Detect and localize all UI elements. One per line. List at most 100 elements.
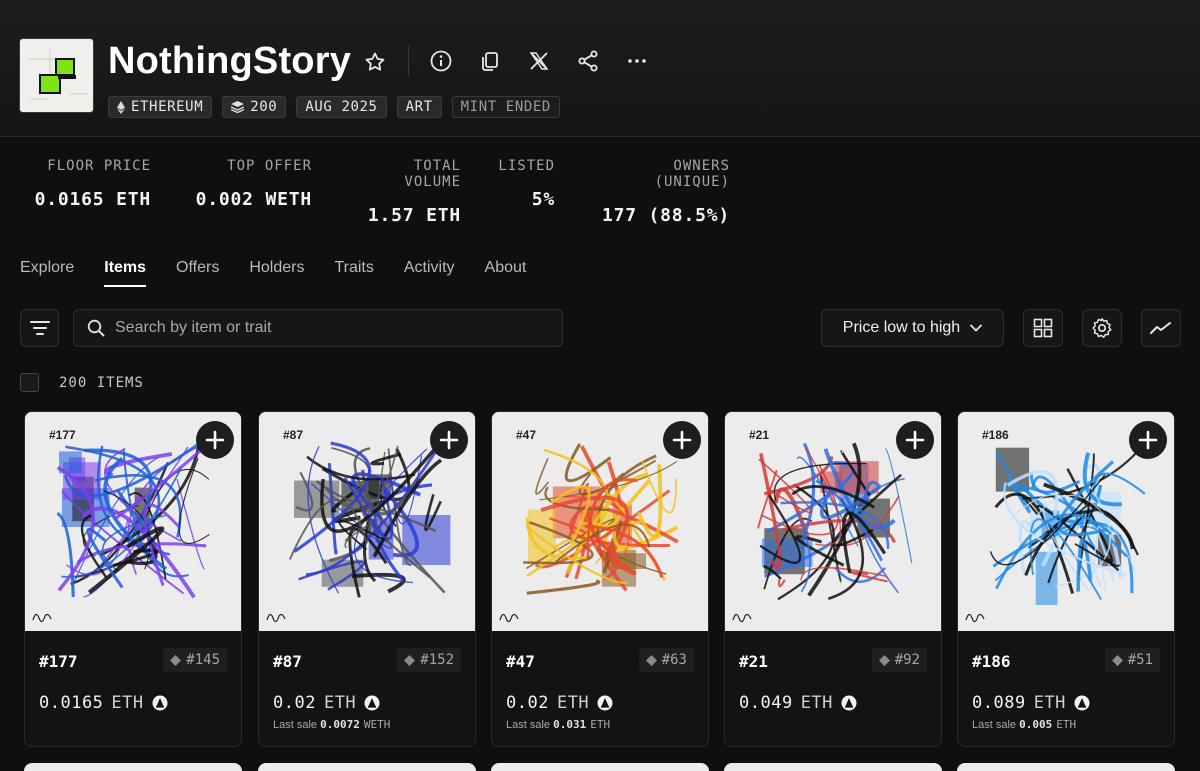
marketplace-icon — [152, 695, 168, 711]
filter-button[interactable] — [20, 309, 59, 347]
search-bar[interactable] — [73, 309, 563, 347]
item-price: 0.089 ETH — [972, 693, 1090, 713]
artist-signature — [266, 613, 286, 623]
collection-logo — [19, 38, 94, 113]
grid-icon — [1033, 318, 1053, 338]
add-to-cart-button[interactable] — [896, 421, 934, 459]
x-twitter-icon[interactable] — [527, 49, 551, 73]
artist-signature — [499, 613, 519, 623]
stat-total-volume: TOTAL VOLUME 1.57 ETH — [367, 158, 461, 226]
add-to-cart-button[interactable] — [430, 421, 468, 459]
more-options-icon[interactable] — [625, 49, 649, 73]
item-card[interactable]: #47 #47 #63 0.02 ETH Last sale 0.031 ETH — [491, 411, 709, 747]
tab-activity[interactable]: Activity — [404, 259, 455, 287]
chevron-down-icon — [970, 324, 983, 332]
add-to-cart-button[interactable] — [663, 421, 701, 459]
supply-tag: 200 — [222, 96, 287, 118]
next-row-card-3[interactable] — [491, 763, 709, 771]
item-price: 0.0165 ETH — [39, 693, 168, 713]
item-name: #186 — [972, 652, 1011, 671]
search-input[interactable] — [115, 319, 555, 337]
last-sale: Last sale 0.0072 WETH — [273, 718, 391, 731]
date-tag: AUG 2025 — [296, 96, 387, 118]
collection-title: NothingStory — [108, 40, 352, 82]
item-artwork[interactable]: #21 — [725, 412, 941, 631]
item-artwork[interactable]: #87 — [259, 412, 475, 631]
rarity-rank-badge: #63 — [638, 648, 694, 672]
next-row-card-4[interactable] — [724, 763, 942, 771]
favorite-star-icon[interactable] — [363, 50, 387, 74]
collection-tabs: Explore Items Offers Holders Traits Acti… — [20, 259, 556, 287]
stat-floor-price: FLOOR PRICE 0.0165 ETH — [34, 158, 151, 210]
sort-dropdown[interactable]: Price low to high — [821, 309, 1004, 347]
analytics-button[interactable] — [1141, 309, 1181, 347]
rarity-rank-badge: #152 — [397, 648, 461, 672]
tab-explore[interactable]: Explore — [20, 259, 74, 287]
item-price: 0.02 ETH — [273, 693, 380, 713]
header-divider — [408, 46, 409, 76]
settings-button[interactable] — [1082, 309, 1122, 347]
tab-about[interactable]: About — [485, 259, 527, 287]
layers-icon — [231, 101, 245, 113]
artwork-token-label: #186 — [982, 428, 1009, 442]
item-card[interactable]: #186 #186 #51 0.089 ETH Last sale 0.005 ETH — [957, 411, 1175, 747]
artwork-token-label: #21 — [749, 428, 770, 442]
rarity-rank-badge: #92 — [871, 648, 927, 672]
add-to-cart-button[interactable] — [1129, 421, 1167, 459]
artist-signature — [732, 613, 752, 623]
search-icon — [87, 319, 105, 337]
next-row-card-1[interactable] — [24, 763, 242, 771]
marketplace-icon — [364, 695, 380, 711]
collection-header: NothingStory ETHEREUM 200 AUG 2025 ART M… — [0, 0, 1200, 137]
item-count: 200 ITEMS — [59, 375, 144, 391]
rarity-rank-badge: #145 — [163, 648, 227, 672]
artwork-token-label: #47 — [516, 428, 537, 442]
artist-signature — [32, 613, 52, 623]
item-artwork[interactable]: #47 — [492, 412, 708, 631]
category-tag: ART — [396, 96, 442, 118]
rarity-diamond-icon — [645, 654, 657, 666]
select-all-checkbox[interactable] — [20, 373, 39, 392]
tab-items[interactable]: Items — [104, 259, 146, 287]
stat-top-offer: TOP OFFER 0.002 WETH — [195, 158, 312, 210]
grid-view-button[interactable] — [1023, 309, 1063, 347]
collection-tags: ETHEREUM 200 AUG 2025 ART MINT ENDED — [108, 96, 560, 118]
trend-line-icon — [1150, 322, 1171, 334]
plus-icon — [205, 430, 225, 450]
marketplace-icon — [841, 695, 857, 711]
last-sale: Last sale 0.031 ETH — [506, 718, 611, 731]
tab-holders[interactable]: Holders — [249, 259, 304, 287]
sort-label: Price low to high — [842, 319, 961, 336]
item-name: #21 — [739, 652, 768, 671]
item-artwork[interactable]: #186 — [958, 412, 1174, 631]
stat-listed: LISTED 5% — [498, 158, 555, 210]
plus-icon — [439, 430, 459, 450]
artist-signature — [965, 613, 985, 623]
item-artwork[interactable]: #177 — [25, 412, 241, 631]
ethereum-icon — [117, 100, 125, 114]
artwork-token-label: #87 — [283, 428, 304, 442]
item-name: #177 — [39, 652, 78, 671]
add-to-cart-button[interactable] — [196, 421, 234, 459]
rarity-diamond-icon — [404, 654, 416, 666]
last-sale: Last sale 0.005 ETH — [972, 718, 1077, 731]
marketplace-icon — [597, 695, 613, 711]
item-card[interactable]: #21 #21 #92 0.049 ETH — [724, 411, 942, 747]
copy-icon[interactable] — [478, 49, 502, 73]
filter-icon — [29, 321, 50, 335]
item-name: #47 — [506, 652, 535, 671]
next-row-card-2[interactable] — [258, 763, 476, 771]
tab-traits[interactable]: Traits — [334, 259, 373, 287]
tab-offers[interactable]: Offers — [176, 259, 219, 287]
gear-icon — [1092, 318, 1112, 338]
item-card[interactable]: #177 #177 #145 0.0165 ETH — [24, 411, 242, 747]
rarity-diamond-icon — [1111, 654, 1123, 666]
info-icon[interactable] — [429, 49, 453, 73]
marketplace-icon — [1074, 695, 1090, 711]
rarity-diamond-icon — [878, 654, 890, 666]
item-card[interactable]: #87 #87 #152 0.02 ETH Last sale 0.0072 WETH — [258, 411, 476, 747]
item-price: 0.02 ETH — [506, 693, 613, 713]
next-row-card-5[interactable] — [957, 763, 1175, 771]
share-icon[interactable] — [576, 49, 600, 73]
chain-tag: ETHEREUM — [108, 96, 213, 118]
